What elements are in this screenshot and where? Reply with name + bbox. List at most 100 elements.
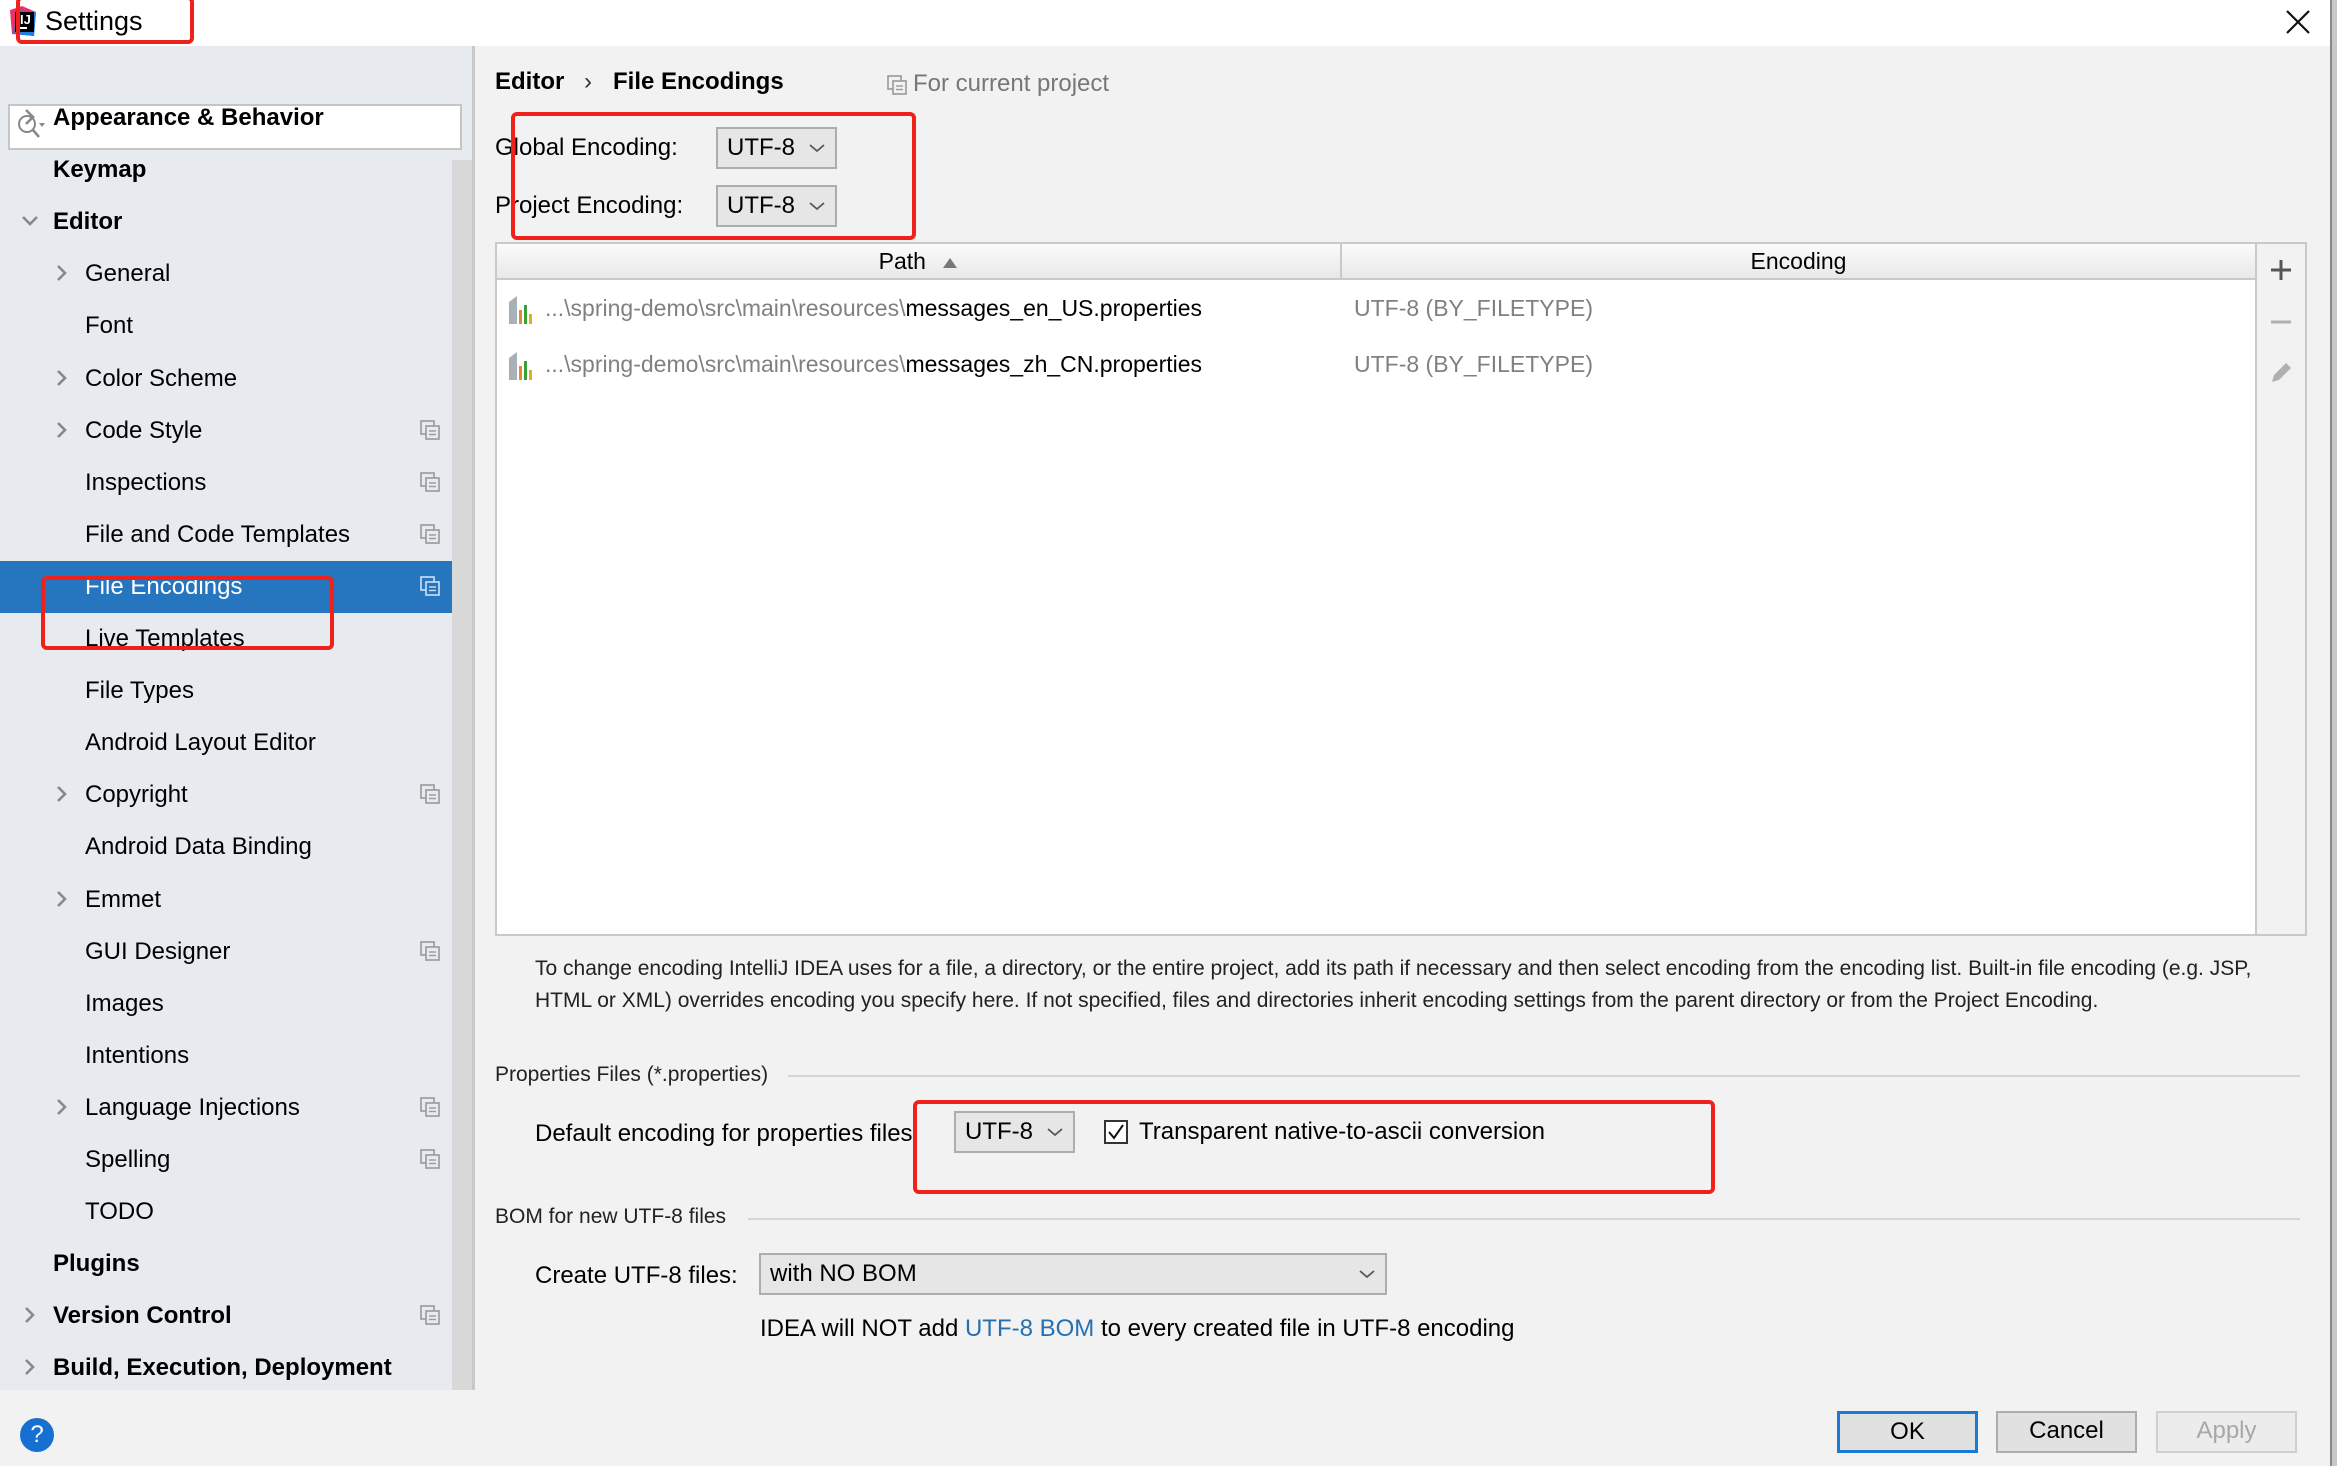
sidebar-item-label: Font (85, 312, 134, 340)
sidebar-item-todo[interactable]: TODO (0, 1186, 452, 1238)
sidebar-item-label: Emmet (85, 885, 162, 913)
sidebar-item-plugins[interactable]: Plugins (0, 1238, 452, 1290)
sidebar-item-label: Build, Execution, Deployment (53, 1354, 392, 1382)
bom-note: IDEA will NOT add UTF-8 BOM to every cre… (760, 1315, 1515, 1342)
sidebar-item-copyright[interactable]: Copyright (0, 769, 452, 821)
sidebar-item-file-and-code-templates[interactable]: File and Code Templates (0, 509, 452, 561)
table-row[interactable]: ...\spring-demo\src\main\resources\messa… (497, 336, 2255, 392)
sidebar-item-label: Color Scheme (85, 364, 238, 392)
properties-file-icon (509, 352, 532, 380)
column-header-encoding[interactable]: Encoding (1342, 244, 2255, 278)
sidebar-item-label: General (85, 260, 171, 288)
sidebar-item-android-layout-editor[interactable]: Android Layout Editor (0, 717, 452, 769)
sidebar-item-version-control[interactable]: Version Control (0, 1290, 452, 1342)
sidebar-item-emmet[interactable]: Emmet (0, 874, 452, 926)
table-toolbar (2257, 242, 2307, 936)
project-scope-icon (420, 1149, 440, 1169)
minus-icon[interactable] (2265, 306, 2297, 338)
breadcrumb-current: File Encodings (613, 68, 784, 95)
sidebar-item-label: File Encodings (85, 572, 243, 600)
sidebar-item-file-encodings[interactable]: File Encodings (0, 560, 472, 613)
help-button[interactable]: ? (20, 1418, 54, 1452)
project-scope-icon (420, 1097, 440, 1117)
sidebar-item-live-templates[interactable]: Live Templates (0, 613, 452, 665)
help-icon: ? (30, 1421, 44, 1448)
pencil-icon[interactable] (2265, 356, 2297, 388)
encoding-cell[interactable]: UTF-8 (BY_FILETYPE) (1354, 336, 1593, 392)
ok-button[interactable]: OK (1837, 1411, 1978, 1453)
sidebar-divider[interactable] (472, 46, 475, 1390)
native-to-ascii-checkbox[interactable] (1104, 1120, 1128, 1144)
bom-section-title: BOM for new UTF-8 files (495, 1205, 727, 1228)
native-to-ascii-label[interactable]: Transparent native-to-ascii conversion (1139, 1116, 1545, 1148)
sidebar-item-images[interactable]: Images (0, 978, 452, 1030)
sidebar-item-inspections[interactable]: Inspections (0, 457, 452, 509)
chevron-down-icon (809, 202, 825, 211)
project-scope-icon (887, 75, 907, 95)
chevron-right-icon[interactable] (20, 1342, 40, 1390)
sidebar-item-color-scheme[interactable]: Color Scheme (0, 353, 452, 405)
sidebar-item-build-execution-deployment[interactable]: Build, Execution, Deployment (0, 1342, 452, 1390)
sidebar-item-language-injections[interactable]: Language Injections (0, 1082, 452, 1134)
close-icon (2286, 10, 2310, 34)
column-header-path[interactable]: Path (497, 244, 1340, 278)
project-encoding-label: Project Encoding: (495, 192, 684, 219)
sidebar-item-label: File and Code Templates (85, 520, 351, 548)
sidebar-item-appearance-behavior[interactable]: Appearance & Behavior (0, 92, 452, 144)
sidebar-item-code-style[interactable]: Code Style (0, 405, 452, 457)
chevron-down-icon (809, 144, 825, 153)
encoding-cell[interactable]: UTF-8 (BY_FILETYPE) (1354, 280, 1593, 336)
sidebar-item-label: Intentions (85, 1041, 190, 1069)
sidebar-item-label: Inspections (85, 468, 207, 496)
cancel-button[interactable]: Cancel (1996, 1411, 2137, 1453)
bom-select[interactable]: with NO BOM (759, 1253, 1387, 1295)
sidebar-item-label: TODO (85, 1198, 154, 1226)
sidebar-item-keymap[interactable]: Keymap (0, 144, 452, 196)
window-edge (2330, 0, 2337, 1466)
global-encoding-select[interactable]: UTF-8 (716, 127, 837, 169)
sidebar-scrollbar[interactable] (452, 160, 472, 1390)
sidebar-item-label: Language Injections (85, 1093, 300, 1121)
project-scope-icon (420, 940, 440, 961)
window-title: Settings (45, 6, 143, 36)
path-cell: ...\spring-demo\src\main\resources\messa… (545, 351, 1203, 377)
project-encoding-value: UTF-8 (727, 192, 795, 219)
sidebar-item-file-types[interactable]: File Types (0, 665, 452, 717)
properties-default-label: Default encoding for properties files: (535, 1120, 920, 1147)
sidebar-item-editor[interactable]: Editor (0, 196, 452, 248)
breadcrumb-parent[interactable]: Editor (495, 64, 564, 100)
sidebar-item-label: Images (85, 989, 164, 1017)
section-divider (748, 1218, 2300, 1220)
sidebar-item-gui-designer[interactable]: GUI Designer (0, 926, 452, 978)
section-divider (788, 1075, 2300, 1077)
sidebar-item-android-data-binding[interactable]: Android Data Binding (0, 821, 452, 873)
sidebar-item-spelling[interactable]: Spelling (0, 1134, 452, 1186)
sidebar-item-intentions[interactable]: Intentions (0, 1030, 452, 1082)
sidebar-item-label: Code Style (85, 416, 203, 444)
sidebar-item-label: Android Data Binding (85, 833, 312, 861)
sidebar-item-general[interactable]: General (0, 248, 452, 300)
checkmark-icon (1108, 1124, 1124, 1140)
project-encoding-select[interactable]: UTF-8 (716, 185, 837, 227)
properties-encoding-select[interactable]: UTF-8 (954, 1111, 1075, 1153)
sidebar-item-label: File Types (85, 677, 194, 705)
sidebar-item-label: Appearance & Behavior (53, 104, 324, 131)
sidebar-item-label: Version Control (53, 1302, 232, 1330)
apply-button[interactable]: Apply (2156, 1411, 2297, 1453)
sidebar-item-label: Live Templates (85, 625, 245, 652)
project-scope-icon (420, 1305, 440, 1326)
sidebar-item-label: GUI Designer (85, 937, 231, 965)
sidebar-item-label: Spelling (85, 1146, 171, 1173)
title-bar: IJ Settings (0, 0, 2330, 46)
close-button[interactable] (2278, 2, 2318, 42)
chevron-down-icon (1359, 1270, 1375, 1279)
sidebar-item-font[interactable]: Font (0, 300, 452, 352)
properties-file-icon (509, 296, 532, 324)
table-row[interactable]: ...\spring-demo\src\main\resources\messa… (497, 280, 2255, 336)
project-scope-icon (420, 419, 440, 440)
scope-hint: For current project (913, 70, 1110, 97)
utf8-bom-link[interactable]: UTF-8 BOM (965, 1315, 1094, 1342)
plus-icon[interactable] (2265, 254, 2297, 286)
table-header: Path Encoding (497, 244, 2255, 280)
global-encoding-label: Global Encoding: (495, 134, 678, 161)
